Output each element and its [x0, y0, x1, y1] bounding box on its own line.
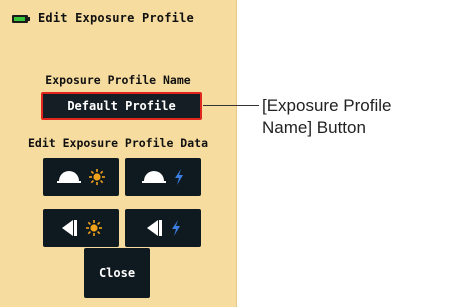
screen-title: Edit Exposure Profile — [38, 11, 194, 25]
dome-icon — [57, 171, 81, 183]
device-screen: Edit Exposure Profile Exposure Profile N… — [0, 0, 237, 307]
ambient-dome-button[interactable] — [43, 158, 119, 196]
flash-icon — [175, 169, 183, 185]
callout-line-1: [Exposure Profile — [262, 96, 392, 115]
callout-line-2: Name] Button — [262, 118, 366, 137]
flat-disc-icon — [62, 220, 77, 236]
ambient-flat-disc-button[interactable] — [43, 209, 119, 247]
profile-name-button[interactable]: Default Profile — [41, 92, 202, 120]
profile-name-label: Exposure Profile Name — [45, 73, 191, 87]
flash-flat-disc-button[interactable] — [125, 209, 201, 247]
flash-icon — [172, 220, 180, 236]
dome-icon — [142, 171, 166, 183]
battery-icon — [12, 15, 30, 23]
callout-line — [203, 105, 259, 106]
flat-disc-icon — [147, 220, 162, 236]
sun-icon — [86, 220, 102, 236]
sun-icon — [89, 169, 105, 185]
profile-data-label: Edit Exposure Profile Data — [27, 136, 208, 150]
flash-dome-button[interactable] — [125, 158, 201, 196]
close-button[interactable]: Close — [84, 248, 150, 298]
callout-label: [Exposure Profile Name] Button — [262, 95, 462, 139]
